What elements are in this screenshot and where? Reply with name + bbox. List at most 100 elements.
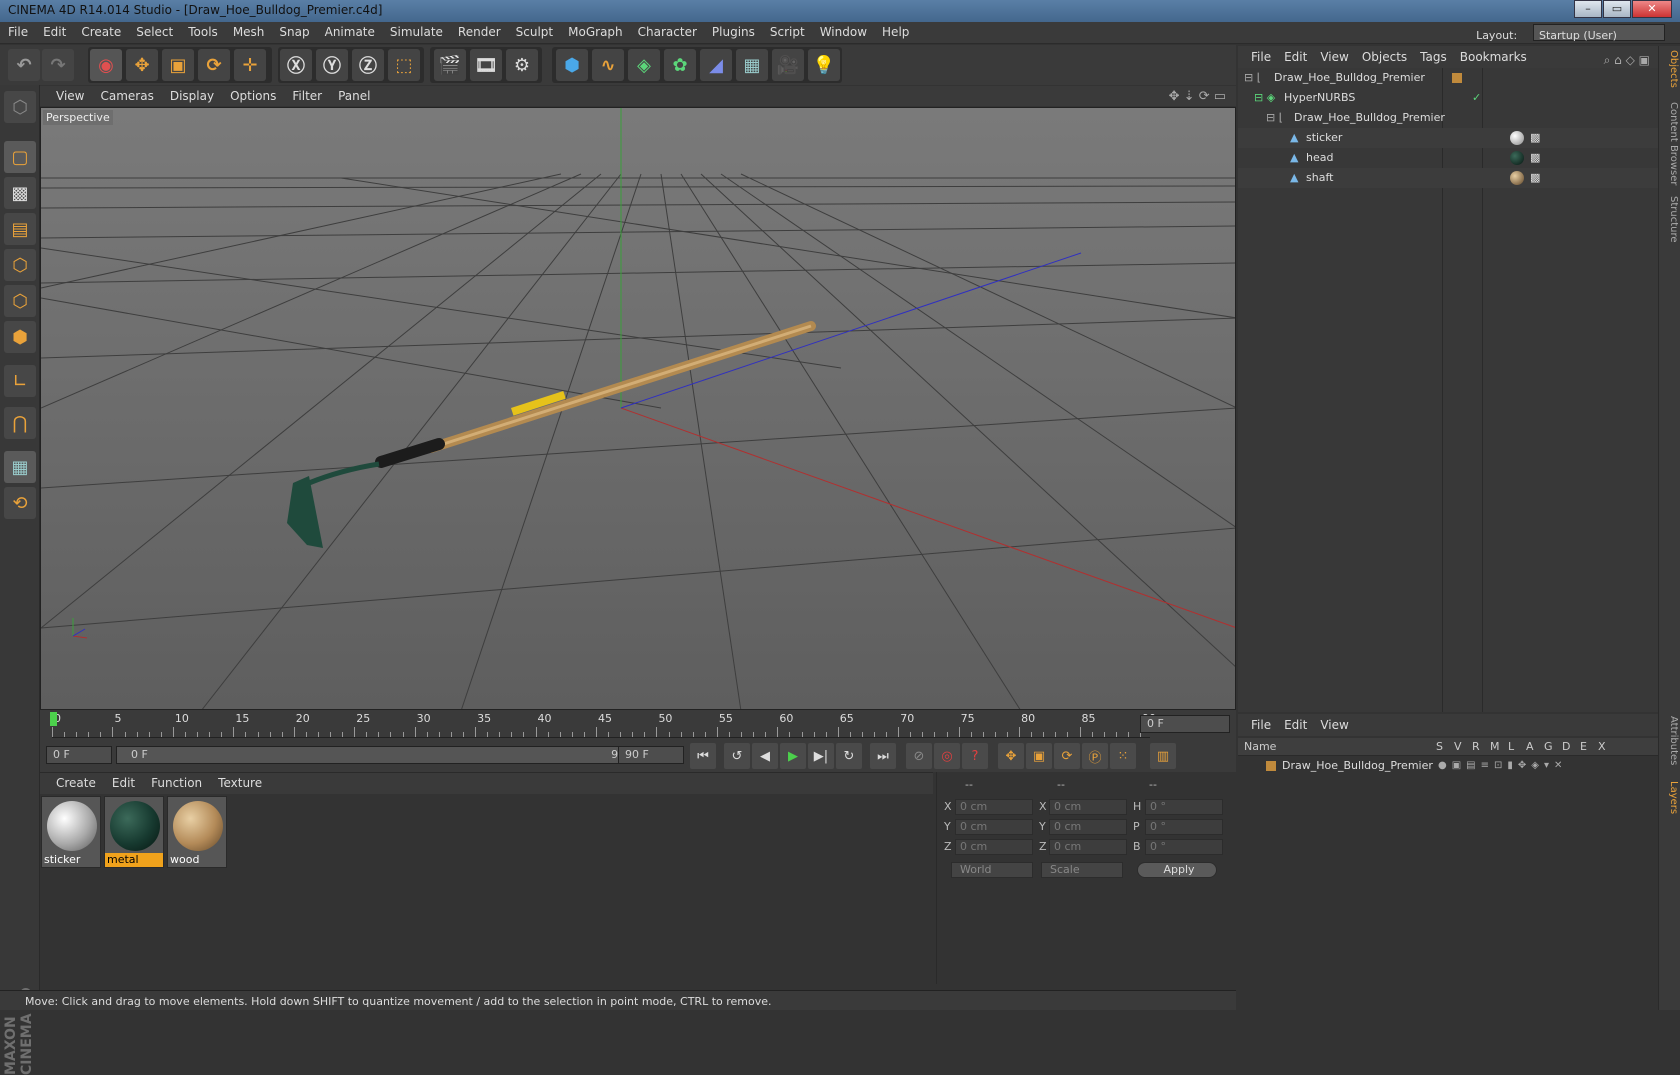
rot-b-field[interactable]: 0 ° (1145, 839, 1223, 855)
menu-render[interactable]: Render (458, 22, 501, 39)
object-row[interactable]: ▲ head ▩ (1238, 148, 1658, 168)
next-key-icon[interactable]: ↻ (836, 743, 862, 769)
snap-magnet-icon[interactable]: ⋂ (4, 407, 36, 439)
viewport-nav-icons[interactable]: ✥ ⇣ ⟳ ▭ (1169, 89, 1226, 104)
key-scale-icon[interactable]: ▣ (1026, 743, 1052, 769)
key-position-icon[interactable]: ✥ (998, 743, 1024, 769)
pos-z-field[interactable]: 0 cm (955, 839, 1033, 855)
light-icon[interactable]: 💡 (808, 49, 840, 81)
menu-file[interactable]: File (8, 22, 28, 39)
pos-x-field[interactable]: 0 cm (955, 799, 1033, 815)
pos-y-field[interactable]: 0 cm (955, 819, 1033, 835)
points-mode-icon[interactable]: ⬡ (4, 249, 36, 281)
goto-end-icon[interactable]: ⏭ (870, 743, 896, 769)
material-menu-texture[interactable]: Texture (218, 776, 262, 790)
objects-menu-objects[interactable]: Objects (1362, 50, 1407, 64)
viewport-3d[interactable]: Perspective (40, 107, 1236, 710)
viewport-menu-cameras[interactable]: Cameras (100, 89, 153, 103)
menu-help[interactable]: Help (882, 22, 909, 39)
floor-icon[interactable]: ▦ (736, 49, 768, 81)
key-parameter-icon[interactable]: Ⓟ (1082, 743, 1108, 769)
minimize-button[interactable]: – (1574, 0, 1602, 18)
objects-menu-bookmarks[interactable]: Bookmarks (1460, 50, 1527, 64)
menu-plugins[interactable]: Plugins (712, 22, 755, 39)
object-row[interactable]: ⊟ ◈ HyperNURBS ✓ (1238, 88, 1658, 108)
viewport-menu-panel[interactable]: Panel (338, 89, 370, 103)
auto-keying-icon[interactable]: ◎ (934, 743, 960, 769)
polygons-mode-icon[interactable]: ⬢ (4, 321, 36, 353)
menu-window[interactable]: Window (820, 22, 867, 39)
tweak-mode-icon[interactable]: ⟲ (4, 487, 36, 519)
object-row[interactable]: ▲ sticker ▩ (1238, 128, 1658, 148)
maximize-button[interactable]: ▭ (1603, 0, 1631, 18)
viewport-menu-view[interactable]: View (56, 89, 84, 103)
menu-script[interactable]: Script (770, 22, 805, 39)
rotate-icon[interactable]: ⟳ (198, 49, 230, 81)
object-row[interactable]: ⊟ ⌊ Draw_Hoe_Bulldog_Premier (1238, 68, 1658, 88)
menu-mograph[interactable]: MoGraph (568, 22, 623, 39)
layer-toggle-icons[interactable]: ●▣▤≡⊡▮✥◈▾✕ (1438, 756, 1567, 776)
menu-simulate[interactable]: Simulate (390, 22, 443, 39)
recent-tool-icon[interactable]: ✛ (234, 49, 266, 81)
render-view-icon[interactable]: 🎬 (434, 49, 466, 81)
current-frame-field[interactable]: 0 F (1140, 715, 1230, 733)
scale-icon[interactable]: ▣ (162, 49, 194, 81)
menu-create[interactable]: Create (81, 22, 121, 39)
material-menu-create[interactable]: Create (56, 776, 96, 790)
undo-icon[interactable]: ↶ (8, 49, 40, 81)
menu-mesh[interactable]: Mesh (233, 22, 265, 39)
keyframe-selection-icon[interactable]: ? (962, 743, 988, 769)
viewport-menu-filter[interactable]: Filter (292, 89, 322, 103)
size-z-field[interactable]: 0 cm (1049, 839, 1127, 855)
start-frame-field[interactable]: 0 F (46, 746, 112, 764)
rot-h-field[interactable]: 0 ° (1145, 799, 1223, 815)
camera-icon[interactable]: 🎥 (772, 49, 804, 81)
menu-tools[interactable]: Tools (188, 22, 218, 39)
material-tag-icon[interactable] (1510, 151, 1524, 165)
menu-snap[interactable]: Snap (279, 22, 309, 39)
prev-frame-icon[interactable]: ◀ (752, 743, 778, 769)
uvw-tag-icon[interactable]: ▩ (1530, 148, 1540, 168)
record-keys-icon[interactable]: ⊘ (906, 743, 932, 769)
render-settings-icon[interactable]: ⚙ (506, 49, 538, 81)
workplane-lock-icon[interactable]: ▦ (4, 451, 36, 483)
tab-attributes[interactable]: Attributes (1661, 716, 1679, 765)
menu-select[interactable]: Select (136, 22, 173, 39)
make-editable-icon[interactable]: ⬡ (4, 91, 36, 123)
material-tag-icon[interactable] (1510, 171, 1524, 185)
objects-menu-edit[interactable]: Edit (1284, 50, 1307, 64)
nurbs-icon[interactable]: ◈ (628, 49, 660, 81)
spline-icon[interactable]: ∿ (592, 49, 624, 81)
tab-structure[interactable]: Structure (1661, 196, 1679, 243)
hoe-model[interactable] (287, 321, 816, 548)
tab-objects[interactable]: Objects (1661, 50, 1679, 88)
layers-menu-view[interactable]: View (1320, 718, 1348, 732)
workplane-mode-icon[interactable]: ▤ (4, 213, 36, 245)
move-icon[interactable]: ✥ (126, 49, 158, 81)
edges-mode-icon[interactable]: ⬡ (4, 285, 36, 317)
uvw-tag-icon[interactable]: ▩ (1530, 168, 1540, 188)
cube-icon[interactable]: ⬢ (556, 49, 588, 81)
timeline-window-icon[interactable]: ▥ (1150, 743, 1176, 769)
next-frame-icon[interactable]: ▶| (808, 743, 834, 769)
material-tag-icon[interactable] (1510, 131, 1524, 145)
material-sticker[interactable]: sticker (41, 796, 101, 868)
apply-button[interactable]: Apply (1137, 862, 1217, 878)
deformer-icon[interactable]: ◢ (700, 49, 732, 81)
material-wood[interactable]: wood (167, 796, 227, 868)
timeline-ruler[interactable]: 051015202530354045505560657075808590 (50, 712, 1156, 738)
objects-menu-file[interactable]: File (1251, 50, 1271, 64)
menu-edit[interactable]: Edit (43, 22, 66, 39)
range-slider[interactable]: 0 F 90 F (116, 746, 650, 764)
key-rotation-icon[interactable]: ⟳ (1054, 743, 1080, 769)
tab-content-browser[interactable]: Content Browser (1661, 102, 1679, 185)
coordinate-mode-dropdown[interactable]: Scale (1041, 862, 1123, 878)
close-button[interactable]: ✕ (1632, 0, 1672, 18)
texture-mode-icon[interactable]: ▩ (4, 177, 36, 209)
menu-character[interactable]: Character (638, 22, 697, 39)
viewport-menu-options[interactable]: Options (230, 89, 276, 103)
y-axis-icon[interactable]: Ⓨ (316, 49, 348, 81)
tab-layers[interactable]: Layers (1661, 781, 1679, 814)
layers-menu-file[interactable]: File (1251, 718, 1271, 732)
material-menu-edit[interactable]: Edit (112, 776, 135, 790)
